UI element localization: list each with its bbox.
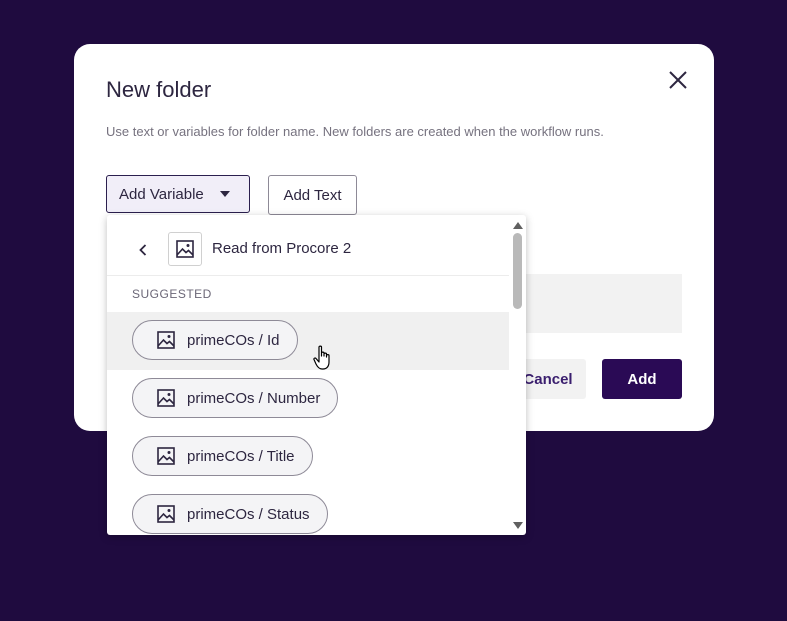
- scroll-down-arrow-icon[interactable]: [513, 520, 523, 530]
- image-icon: [176, 240, 194, 258]
- variable-chip[interactable]: primeCOs / Status: [132, 494, 328, 534]
- caret-down-icon: [219, 191, 230, 197]
- variable-list: primeCOs / Id primeCOs / Number primeCOs…: [107, 312, 509, 535]
- variable-dropdown: Read from Procore 2 SUGGESTED primeCOs /…: [107, 215, 526, 535]
- scrollbar-thumb[interactable]: [513, 233, 522, 309]
- section-label: SUGGESTED: [132, 287, 212, 301]
- modal-title: New folder: [106, 77, 212, 102]
- image-icon: [157, 331, 175, 349]
- add-text-button[interactable]: Add Text: [268, 175, 357, 215]
- variable-chip-label: primeCOs / Title: [187, 447, 295, 465]
- add-variable-button[interactable]: Add Variable: [106, 175, 250, 213]
- scroll-up-arrow-icon[interactable]: [513, 220, 523, 230]
- variable-chip[interactable]: primeCOs / Number: [132, 378, 339, 418]
- source-icon: [168, 232, 202, 266]
- modal-description: Use text or variables for folder name. N…: [106, 124, 604, 139]
- variable-chip-label: primeCOs / Number: [187, 389, 321, 407]
- variable-chip-label: primeCOs / Status: [187, 505, 310, 523]
- dropdown-header: Read from Procore 2: [107, 215, 509, 276]
- variable-chip[interactable]: primeCOs / Title: [132, 436, 313, 476]
- dropdown-scrollbar[interactable]: [509, 215, 526, 535]
- back-button[interactable]: [133, 240, 153, 260]
- chevron-left-icon: [139, 244, 147, 256]
- close-icon: [669, 71, 687, 89]
- variable-chip[interactable]: primeCOs / Id: [132, 320, 298, 360]
- hand-pointer-cursor-icon: [313, 345, 333, 371]
- list-item[interactable]: primeCOs / Status: [107, 486, 509, 535]
- image-icon: [157, 505, 175, 523]
- list-item[interactable]: primeCOs / Title: [107, 428, 509, 486]
- image-icon: [157, 447, 175, 465]
- folder-name-field[interactable]: [524, 274, 682, 333]
- list-item[interactable]: primeCOs / Id: [107, 312, 509, 370]
- add-button[interactable]: Add: [602, 359, 682, 399]
- add-variable-label: Add Variable: [119, 185, 204, 203]
- close-button[interactable]: [664, 66, 692, 94]
- variable-chip-label: primeCOs / Id: [187, 331, 280, 349]
- list-item[interactable]: primeCOs / Number: [107, 370, 509, 428]
- source-title: Read from Procore 2: [212, 240, 352, 257]
- image-icon: [157, 389, 175, 407]
